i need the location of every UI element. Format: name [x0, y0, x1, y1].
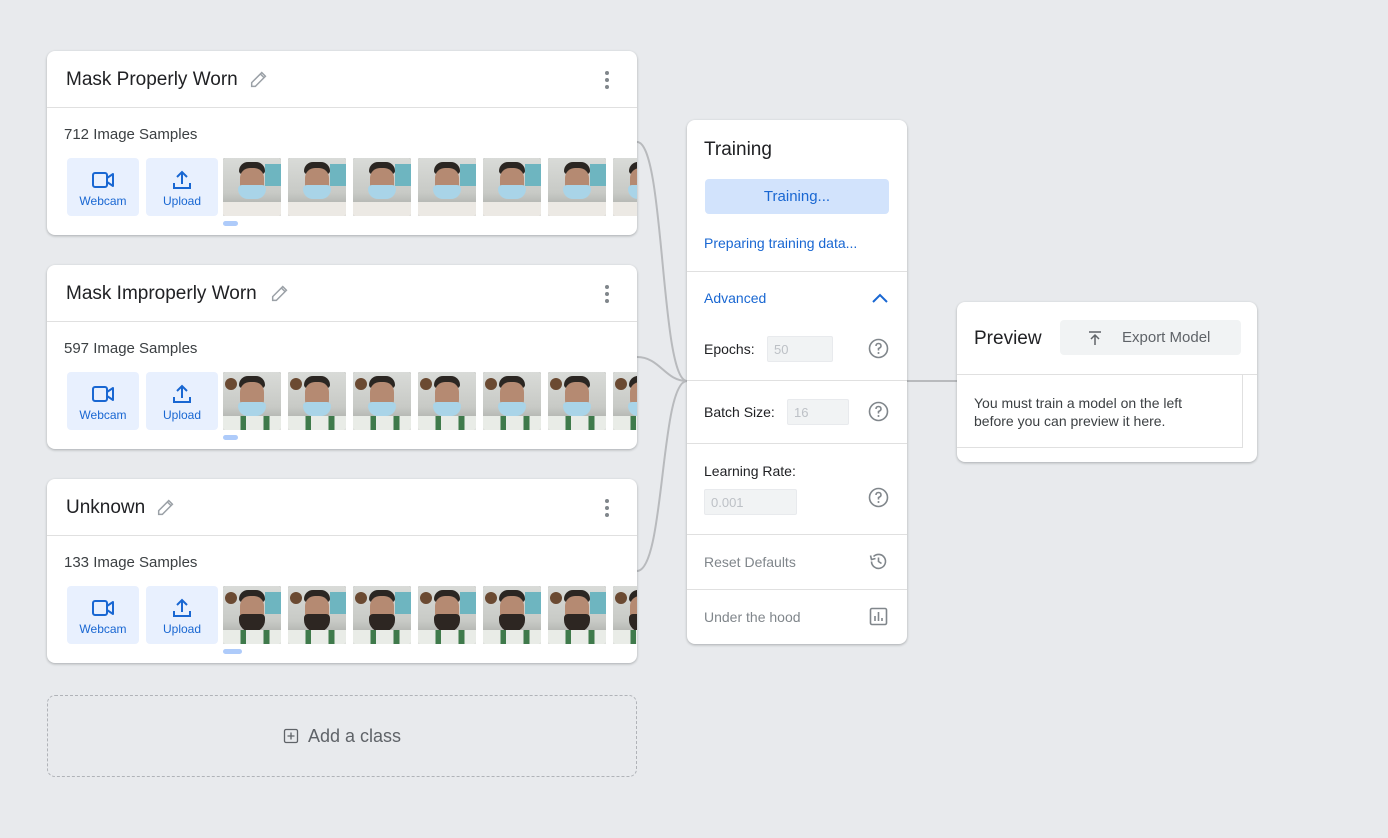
divider: [687, 534, 907, 535]
add-box-icon: [283, 728, 299, 744]
class-card-mask-improperly-worn: Mask Improperly Worn 597 Image Samples W…: [47, 265, 637, 449]
sample-count: 712 Image Samples: [64, 126, 198, 143]
upload-button[interactable]: Upload: [146, 158, 218, 216]
thumbnail-scrollbar[interactable]: [223, 649, 242, 654]
help-icon[interactable]: [868, 487, 889, 508]
sample-thumbnail[interactable]: [418, 158, 476, 216]
sample-thumbnail[interactable]: [548, 586, 606, 644]
sample-thumbnail[interactable]: [483, 158, 541, 216]
sample-thumbnail[interactable]: [223, 372, 281, 430]
sample-thumbnail[interactable]: [483, 586, 541, 644]
reset-defaults-button[interactable]: Reset Defaults: [704, 554, 796, 570]
webcam-button[interactable]: Webcam: [67, 158, 139, 216]
videocam-icon: [92, 386, 114, 402]
sample-thumbnail[interactable]: [548, 158, 606, 216]
more-vert-icon[interactable]: [597, 69, 617, 91]
sample-thumbnail[interactable]: [223, 158, 281, 216]
learning-rate-input[interactable]: [704, 489, 797, 515]
videocam-icon: [92, 600, 114, 616]
divider: [687, 443, 907, 444]
class-card-header: Mask Properly Worn: [47, 51, 637, 108]
webcam-button[interactable]: Webcam: [67, 586, 139, 644]
chevron-up-icon[interactable]: [870, 290, 890, 306]
epochs-label: Epochs:: [704, 341, 755, 357]
upload-icon: [1089, 330, 1101, 345]
sample-thumbnail[interactable]: [288, 158, 346, 216]
sample-thumbnail[interactable]: [613, 586, 637, 644]
history-icon[interactable]: [868, 551, 889, 572]
sample-count: 133 Image Samples: [64, 554, 198, 571]
webcam-label: Webcam: [79, 194, 127, 208]
sample-thumbnail[interactable]: [353, 372, 411, 430]
bar-chart-icon[interactable]: [868, 606, 889, 627]
upload-label: Upload: [162, 194, 202, 208]
epochs-input[interactable]: [767, 336, 833, 362]
preview-message: You must train a model on the left befor…: [974, 395, 1183, 429]
preview-title: Preview: [974, 328, 1042, 349]
thumbnail-scrollbar[interactable]: [223, 435, 238, 440]
sample-thumbnail[interactable]: [483, 372, 541, 430]
batch-size-label: Batch Size:: [704, 404, 775, 420]
upload-button[interactable]: Upload: [146, 372, 218, 430]
webcam-button[interactable]: Webcam: [67, 372, 139, 430]
pencil-icon[interactable]: [269, 282, 291, 304]
preview-panel: Preview Export Model You must train a mo…: [957, 302, 1257, 462]
upload-icon: [173, 598, 191, 617]
advanced-toggle[interactable]: Advanced: [704, 290, 766, 306]
webcam-label: Webcam: [79, 622, 127, 636]
sample-thumbnail[interactable]: [288, 586, 346, 644]
sample-row: Webcam Upload: [67, 158, 637, 216]
sample-thumbnail[interactable]: [223, 586, 281, 644]
upload-label: Upload: [162, 408, 202, 422]
more-vert-icon[interactable]: [597, 497, 617, 519]
class-title[interactable]: Mask Improperly Worn: [66, 283, 257, 305]
videocam-icon: [92, 172, 114, 188]
class-title[interactable]: Unknown: [66, 497, 145, 519]
help-icon[interactable]: [868, 401, 889, 422]
upload-icon: [173, 170, 191, 189]
train-model-button[interactable]: Training...: [705, 179, 889, 214]
upload-icon: [173, 384, 191, 403]
training-panel: Training Training... Preparing training …: [687, 120, 907, 644]
sample-thumbnail[interactable]: [288, 372, 346, 430]
sample-thumbnail[interactable]: [418, 372, 476, 430]
class-card-mask-properly-worn: Mask Properly Worn 712 Image Samples Web…: [47, 51, 637, 235]
add-class-button[interactable]: Add a class: [47, 695, 637, 777]
thumbnail-scrollbar[interactable]: [223, 221, 238, 226]
divider: [687, 589, 907, 590]
more-vert-icon[interactable]: [597, 283, 617, 305]
under-the-hood-button[interactable]: Under the hood: [704, 609, 801, 625]
training-title: Training: [704, 139, 772, 160]
export-model-button[interactable]: Export Model: [1060, 320, 1241, 355]
upload-button[interactable]: Upload: [146, 586, 218, 644]
pencil-icon[interactable]: [155, 496, 177, 518]
class-card-header: Unknown: [47, 479, 637, 536]
sample-row: Webcam Upload: [67, 372, 637, 430]
divider: [687, 271, 907, 272]
export-model-label: Export Model: [1122, 329, 1211, 346]
sample-thumbnail[interactable]: [548, 372, 606, 430]
training-status: Preparing training data...: [704, 235, 858, 251]
preview-body: You must train a model on the left befor…: [957, 375, 1243, 448]
webcam-label: Webcam: [79, 408, 127, 422]
sample-row: Webcam Upload: [67, 586, 637, 644]
add-class-label: Add a class: [307, 725, 402, 746]
class-card-header: Mask Improperly Worn: [47, 265, 637, 322]
help-icon[interactable]: [868, 338, 889, 359]
pencil-icon[interactable]: [248, 68, 270, 90]
class-title[interactable]: Mask Properly Worn: [66, 69, 238, 91]
divider: [687, 380, 907, 381]
sample-thumbnail[interactable]: [613, 158, 637, 216]
sample-thumbnail[interactable]: [418, 586, 476, 644]
batch-size-input[interactable]: [787, 399, 849, 425]
sample-thumbnail[interactable]: [613, 372, 637, 430]
sample-thumbnail[interactable]: [353, 158, 411, 216]
upload-label: Upload: [162, 622, 202, 636]
sample-thumbnail[interactable]: [353, 586, 411, 644]
class-card-unknown: Unknown 133 Image Samples Webcam Upload: [47, 479, 637, 663]
sample-count: 597 Image Samples: [64, 340, 198, 357]
learning-rate-label: Learning Rate:: [704, 463, 796, 479]
